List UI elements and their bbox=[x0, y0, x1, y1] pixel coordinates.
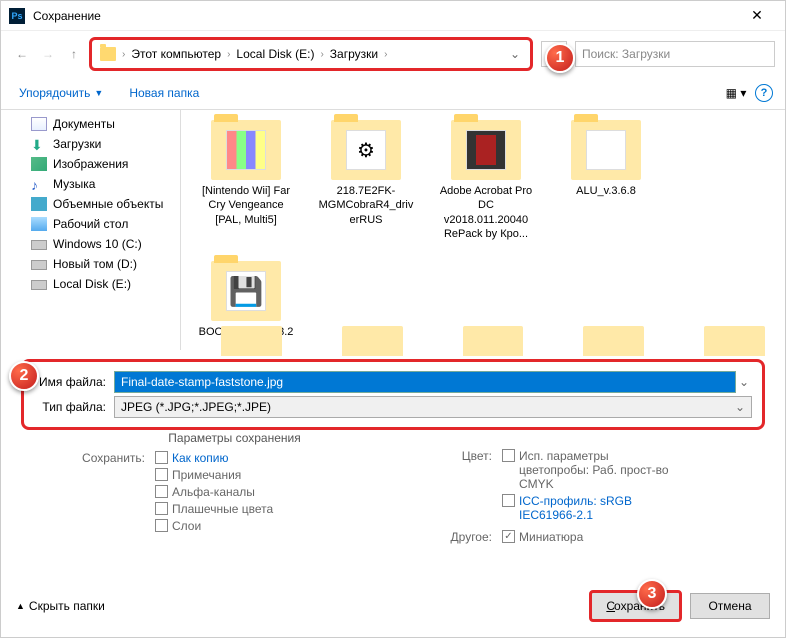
sidebar-item-documents[interactable]: Документы bbox=[1, 114, 180, 134]
folder-icon: ⚙ bbox=[331, 120, 401, 180]
breadcrumb[interactable]: › Этот компьютер › Local Disk (E:) › Заг… bbox=[89, 37, 533, 71]
notes-checkbox[interactable] bbox=[155, 468, 168, 481]
filename-input[interactable] bbox=[114, 371, 736, 393]
folder-icon[interactable] bbox=[463, 326, 524, 356]
help-button[interactable]: ? bbox=[755, 84, 773, 102]
chevron-right-icon: › bbox=[384, 49, 387, 60]
photoshop-icon: Ps bbox=[9, 8, 25, 24]
filename-label: Имя файла: bbox=[34, 375, 114, 389]
folder-icon bbox=[211, 120, 281, 180]
downloads-icon bbox=[31, 137, 47, 151]
search-placeholder: Поиск: Загрузки bbox=[582, 47, 670, 61]
alpha-checkbox[interactable] bbox=[155, 485, 168, 498]
chevron-right-icon: › bbox=[122, 49, 125, 60]
folder-icon bbox=[571, 120, 641, 180]
chevron-up-icon: ▲ bbox=[16, 601, 25, 611]
search-input[interactable]: Поиск: Загрузки bbox=[575, 41, 775, 67]
drive-icon bbox=[31, 280, 47, 290]
chevron-right-icon: › bbox=[227, 49, 230, 60]
filename-fields: Имя файла: ⌄ Тип файла: JPEG (*.JPG;*.JP… bbox=[21, 359, 765, 430]
sidebar: Документы Загрузки Изображения Музыка Об… bbox=[1, 110, 181, 350]
body-area: Документы Загрузки Изображения Музыка Об… bbox=[1, 110, 785, 350]
forward-button[interactable]: → bbox=[37, 43, 59, 65]
sidebar-item-desktop[interactable]: Рабочий стол bbox=[1, 214, 180, 234]
cancel-button[interactable]: Отмена bbox=[690, 593, 770, 619]
hide-folders-button[interactable]: ▲ Скрыть папки bbox=[16, 599, 105, 613]
folder-icon[interactable] bbox=[221, 326, 282, 356]
nav-row: ← → ↑ › Этот компьютер › Local Disk (E:)… bbox=[1, 31, 785, 77]
save-options: Параметры сохранения Сохранить:Как копию… bbox=[61, 431, 755, 547]
sidebar-item-3d[interactable]: Объемные объекты bbox=[1, 194, 180, 214]
chevron-down-icon: ⌄ bbox=[735, 400, 745, 414]
chevron-down-icon: ▼ bbox=[94, 88, 103, 98]
chevron-right-icon: › bbox=[320, 49, 323, 60]
annotation-marker-1: 1 bbox=[545, 43, 575, 73]
annotation-marker-3: 3 bbox=[637, 579, 667, 609]
music-icon bbox=[31, 177, 47, 191]
desktop-icon bbox=[31, 217, 47, 231]
filetype-select[interactable]: JPEG (*.JPG;*.JPEG;*.JPE) ⌄ bbox=[114, 396, 752, 418]
chevron-down-icon[interactable]: ⌄ bbox=[736, 375, 752, 389]
back-button[interactable]: ← bbox=[11, 43, 33, 65]
annotation-marker-2: 2 bbox=[9, 361, 39, 391]
folder-item[interactable]: ALU_v.3.6.8 bbox=[556, 120, 656, 241]
save-button[interactable]: Сохранить bbox=[589, 590, 682, 622]
sidebar-item-drive-e[interactable]: Local Disk (E:) bbox=[1, 274, 180, 294]
folder-icon[interactable] bbox=[342, 326, 403, 356]
3d-icon bbox=[31, 197, 47, 211]
up-button[interactable]: ↑ bbox=[63, 43, 85, 65]
icc-checkbox[interactable] bbox=[502, 494, 515, 507]
sidebar-item-music[interactable]: Музыка bbox=[1, 174, 180, 194]
folder-icon bbox=[100, 47, 116, 61]
documents-icon bbox=[31, 117, 47, 131]
folder-icon[interactable] bbox=[583, 326, 644, 356]
folder-item[interactable]: [Nintendo Wii] Far Cry Vengeance [PAL, M… bbox=[196, 120, 296, 241]
close-button[interactable]: ✕ bbox=[737, 2, 777, 30]
folder-item[interactable]: ⚙ 218.7E2FK-MGMCobraR4_driverRUS bbox=[316, 120, 416, 241]
folder-item[interactable]: Adobe Acrobat Pro DC v2018.011.20040 ReP… bbox=[436, 120, 536, 241]
sidebar-item-downloads[interactable]: Загрузки bbox=[1, 134, 180, 154]
file-list[interactable]: [Nintendo Wii] Far Cry Vengeance [PAL, M… bbox=[181, 110, 785, 350]
breadcrumb-disk[interactable]: Local Disk (E:) bbox=[232, 45, 318, 63]
drive-icon bbox=[31, 260, 47, 270]
titlebar: Ps Сохранение ✕ bbox=[1, 1, 785, 31]
window-title: Сохранение bbox=[33, 9, 737, 23]
toolbar: Упорядочить ▼ Новая папка ▦ ▾ ? bbox=[1, 77, 785, 110]
folder-icon bbox=[451, 120, 521, 180]
filetype-label: Тип файла: bbox=[34, 400, 114, 414]
options-title: Параметры сохранения bbox=[61, 431, 408, 445]
sidebar-item-drive-c[interactable]: Windows 10 (C:) bbox=[1, 234, 180, 254]
sidebar-item-images[interactable]: Изображения bbox=[1, 154, 180, 174]
folder-icon[interactable] bbox=[704, 326, 765, 356]
drive-icon bbox=[31, 240, 47, 250]
breadcrumb-dropdown[interactable]: ⌄ bbox=[504, 47, 526, 61]
file-list-row2 bbox=[209, 326, 765, 356]
thumbnail-checkbox[interactable]: ✓ bbox=[502, 530, 515, 543]
as-copy-checkbox[interactable] bbox=[155, 451, 168, 464]
layers-checkbox[interactable] bbox=[155, 519, 168, 532]
new-folder-button[interactable]: Новая папка bbox=[121, 82, 207, 104]
view-mode-button[interactable]: ▦ ▾ bbox=[723, 81, 749, 105]
proof-checkbox[interactable] bbox=[502, 449, 515, 462]
sidebar-item-drive-d[interactable]: Новый том (D:) bbox=[1, 254, 180, 274]
save-dialog: Ps Сохранение ✕ ← → ↑ › Этот компьютер ›… bbox=[0, 0, 786, 638]
organize-button[interactable]: Упорядочить ▼ bbox=[13, 82, 109, 104]
breadcrumb-root[interactable]: Этот компьютер bbox=[127, 45, 225, 63]
folder-icon: 💾 bbox=[211, 261, 281, 321]
breadcrumb-folder[interactable]: Загрузки bbox=[326, 45, 382, 63]
spot-checkbox[interactable] bbox=[155, 502, 168, 515]
images-icon bbox=[31, 157, 47, 171]
